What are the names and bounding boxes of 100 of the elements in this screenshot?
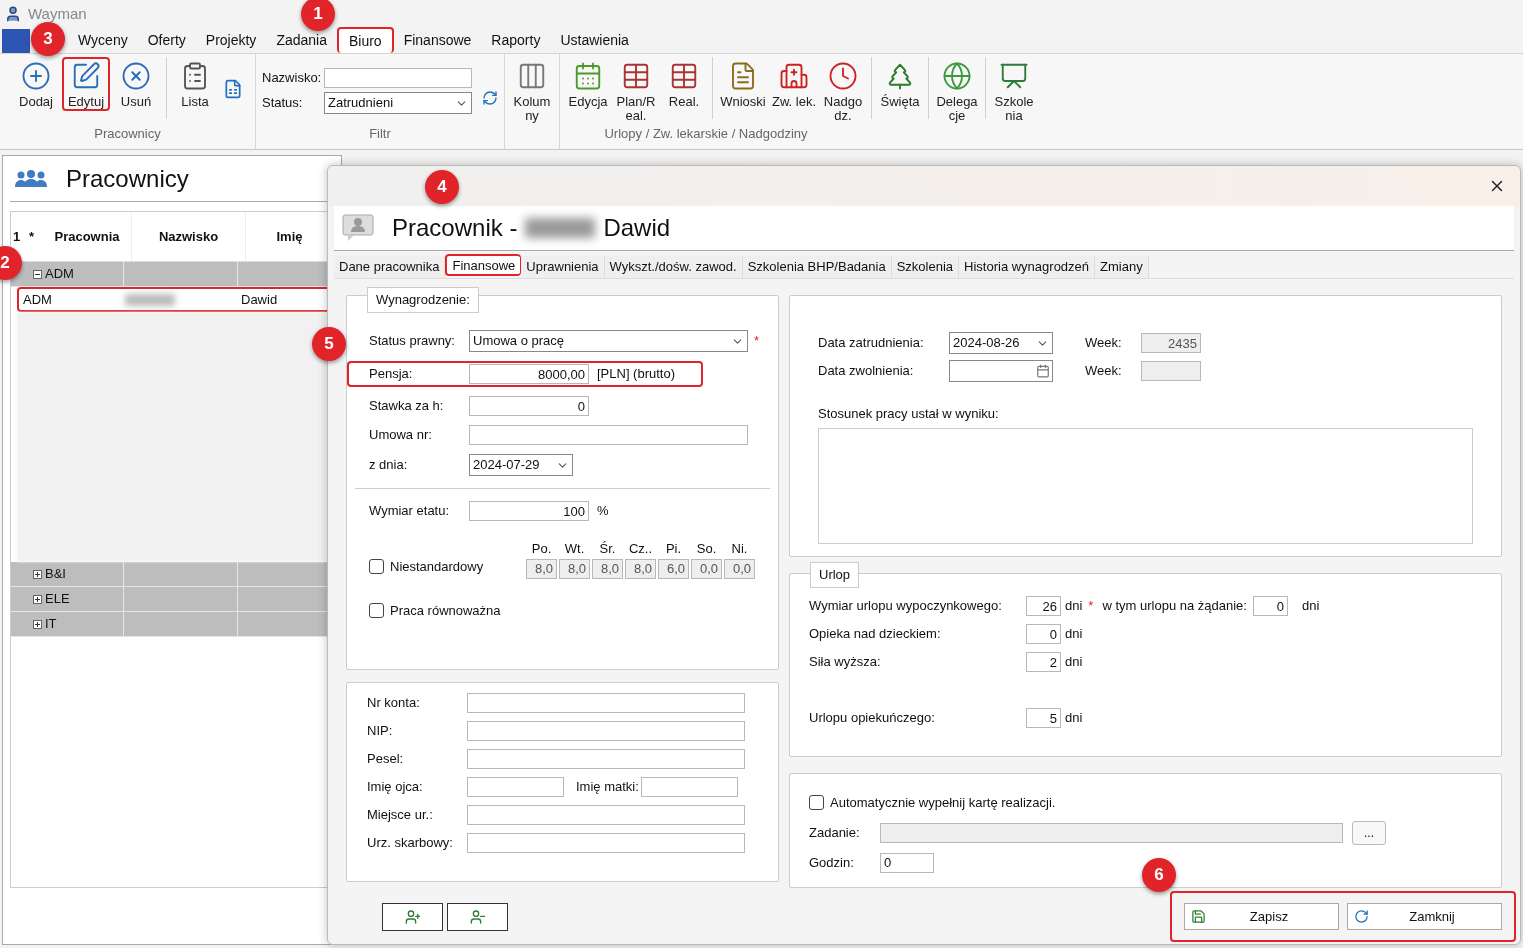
text-field[interactable] [880, 822, 1343, 843]
dialog-tab[interactable]: Uprawnienia [521, 256, 605, 278]
field-label: Pensja: [347, 361, 469, 387]
field-label: Week: [1085, 334, 1123, 353]
ribbon-button[interactable]: Kolumny [509, 57, 555, 125]
field-label: Nr konta: [367, 694, 421, 713]
ribbon-button[interactable]: Edytuj [62, 57, 110, 111]
save-button[interactable]: Zapisz [1184, 903, 1339, 930]
close-button[interactable]: Zamknij [1347, 903, 1502, 930]
menu-tab[interactable]: Projekty [195, 27, 267, 53]
menu-tab[interactable]: Biuro [336, 27, 394, 53]
add-person-button[interactable] [382, 902, 443, 931]
remove-person-button[interactable] [447, 902, 508, 931]
ribbon-button[interactable]: Real. [660, 57, 708, 111]
text-field[interactable] [467, 833, 745, 853]
ribbon-button[interactable]: Dodaj [12, 57, 60, 111]
menu-tab[interactable]: Finansowe [393, 27, 482, 53]
ribbon-button[interactable]: Plan/Real. [612, 57, 660, 125]
menu-tab[interactable]: Raporty [481, 27, 551, 53]
checkbox[interactable] [809, 795, 824, 811]
column-header[interactable]: 1 [11, 226, 27, 247]
expand-icon[interactable] [33, 569, 42, 579]
dialog-tab[interactable]: Historia wynagrodzeń [959, 256, 1096, 278]
text-field[interactable] [467, 805, 745, 825]
date-field[interactable] [949, 360, 1053, 382]
text-field[interactable]: 0 [469, 396, 589, 416]
ribbon-button[interactable]: Nadgodz. [819, 57, 867, 125]
column-header[interactable]: Nazwisko [131, 212, 245, 261]
dialog-tab[interactable]: Zmiany [1095, 256, 1149, 278]
name-filter-field[interactable] [324, 68, 472, 88]
add-person-icon [404, 908, 421, 925]
hours-field[interactable]: 0,0 [724, 558, 755, 579]
text-field[interactable]: 8000,00 [469, 364, 589, 384]
refresh-icon[interactable] [482, 90, 498, 106]
field-label: Godzin: [809, 853, 855, 872]
text-field[interactable] [469, 425, 748, 445]
text-field[interactable] [467, 777, 564, 797]
remove-person-icon [469, 908, 486, 925]
ribbon-button[interactable]: Święta [876, 57, 924, 111]
field-label: Stawka za h: [369, 397, 445, 416]
collapse-icon[interactable] [33, 269, 42, 279]
text-field[interactable]: 100 [469, 501, 589, 521]
expand-icon[interactable] [33, 619, 42, 629]
dropdown-field[interactable]: 2024-07-29 [469, 454, 573, 476]
ribbon-button[interactable]: Lista [173, 57, 217, 111]
dialog-tab[interactable]: Szkolenia BHP/Badania [742, 256, 892, 278]
field-label: Status: [262, 94, 304, 113]
text-field[interactable] [1141, 361, 1201, 381]
field-label: Pesel: [367, 750, 405, 769]
hours-field[interactable]: 8,0 [559, 558, 590, 579]
day-label: Cz.. [628, 540, 653, 558]
dialog-tab[interactable]: Wykszt./dośw. zawod. [604, 256, 743, 278]
menu-tab[interactable]: Wyceny [68, 27, 138, 53]
text-field[interactable] [467, 721, 745, 741]
field-label: Wymiar urlopu wypoczynkowego: [809, 597, 1003, 616]
ribbon-button[interactable]: Zw. lek. [769, 57, 819, 111]
hours-field[interactable]: 8,0 [526, 558, 557, 579]
menu-tab[interactable]: Ustawienia [550, 27, 639, 53]
dialog-tab[interactable]: Szkolenia [891, 256, 960, 278]
dialog-tab[interactable]: Dane pracownika [334, 256, 446, 278]
dropdown-field[interactable]: Umowa o pracę [469, 330, 748, 352]
dropdown-field[interactable]: 2024-08-26 [949, 332, 1053, 354]
field-label: Urz. skarbowy: [367, 834, 454, 853]
text-field[interactable] [467, 749, 745, 769]
hours-field[interactable]: 6,0 [658, 558, 689, 579]
text-field[interactable] [640, 777, 738, 797]
hours-field[interactable]: 0,0 [691, 558, 722, 579]
group-legend: Urlop [810, 562, 860, 588]
text-field[interactable]: 26 [1026, 596, 1061, 616]
ribbon-button[interactable]: Delegacje [933, 57, 981, 125]
excel-export-icon[interactable] [223, 79, 243, 99]
checkbox-label: Automatycznie wypełnij kartę realizacji. [830, 794, 1056, 812]
group-label: ADM [45, 265, 74, 284]
browse-button[interactable]: ... [1352, 820, 1386, 845]
hours-field[interactable]: 8,0 [625, 558, 656, 579]
text-field[interactable]: 0 [1026, 624, 1061, 644]
field-label: Stosunek pracy ustał w wyniku: [818, 405, 1000, 423]
dropdown-field[interactable]: Zatrudnieni [324, 92, 472, 114]
ribbon-button[interactable]: Usuń [112, 57, 160, 111]
column-header[interactable]: * [27, 226, 43, 247]
checkbox[interactable] [369, 559, 384, 575]
checkbox[interactable] [369, 602, 384, 618]
dialog-tab[interactable]: Finansowe [445, 254, 522, 276]
text-field[interactable]: 5 [1026, 708, 1061, 728]
user-card-icon [342, 214, 374, 242]
ribbon-button[interactable]: Edycja [564, 57, 612, 111]
column-header[interactable]: Pracownia [43, 212, 131, 261]
ribbon-icon [828, 61, 858, 91]
ribbon-button[interactable]: Wnioski [717, 57, 769, 111]
text-field[interactable] [467, 693, 745, 713]
text-field[interactable]: 2435 [1141, 333, 1201, 353]
ribbon-icon [121, 61, 151, 91]
field-label: Urlopu opiekuńczego: [809, 709, 936, 728]
text-field[interactable]: 2 [1026, 652, 1061, 672]
text-field[interactable]: 0 [880, 852, 934, 873]
expand-icon[interactable] [33, 594, 42, 604]
text-field[interactable]: 0 [1252, 596, 1288, 616]
hours-field[interactable]: 8,0 [592, 558, 623, 579]
ribbon-button[interactable]: Szkolenia [990, 57, 1038, 125]
menu-tab[interactable]: Oferty [137, 27, 196, 53]
